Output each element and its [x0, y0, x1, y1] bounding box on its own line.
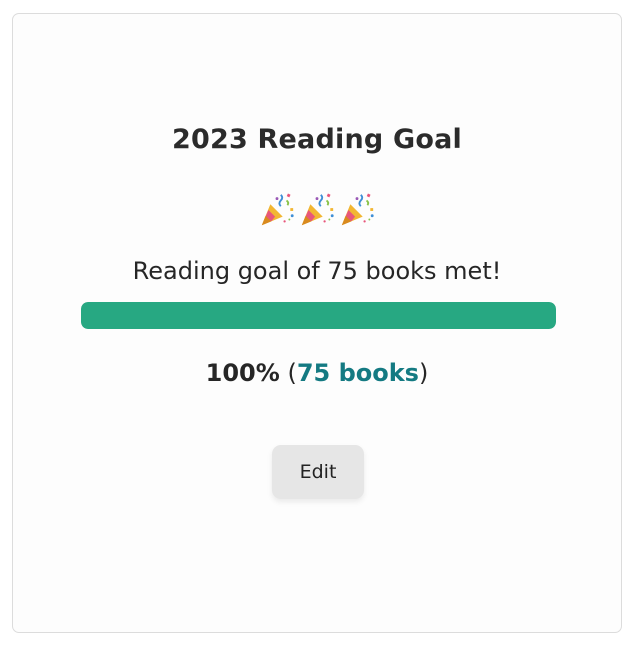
close-paren: ) — [418, 359, 429, 387]
open-paren: ( — [287, 359, 297, 387]
party-popper-icon — [261, 193, 294, 226]
reading-progress-bar — [81, 302, 556, 329]
party-popper-icon — [341, 193, 374, 226]
party-popper-icon — [301, 193, 334, 226]
edit-goal-button[interactable]: Edit — [272, 445, 364, 499]
celebration-emoji-row — [13, 191, 621, 229]
reading-goal-card: 2023 Reading Goal Reading goal of 75 boo… — [12, 13, 622, 633]
progress-percent: 100% — [205, 359, 280, 387]
progress-stats: 100% (75 books) — [13, 359, 621, 387]
books-read-link[interactable]: 75 books — [297, 359, 419, 387]
reading-progress-fill — [81, 302, 556, 329]
reading-goal-title: 2023 Reading Goal — [172, 124, 462, 155]
goal-met-message: Reading goal of 75 books met! — [132, 257, 502, 285]
